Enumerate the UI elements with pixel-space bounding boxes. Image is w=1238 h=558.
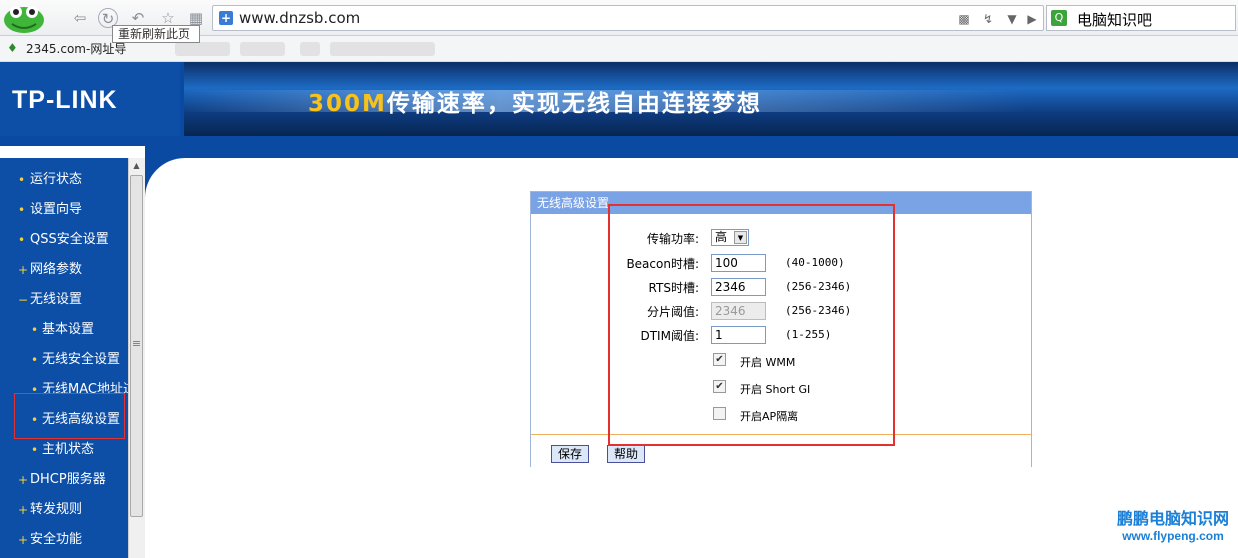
address-text[interactable]: www.dnzsb.com — [239, 9, 360, 27]
selected-menu-highlight — [14, 393, 125, 439]
menu-bullet-icon: • — [31, 443, 39, 457]
browser-logo-icon — [4, 6, 44, 33]
bookmark-icon: ♦ — [7, 41, 18, 55]
banner: 300M传输速率，实现无线自由连接梦想 — [184, 62, 1238, 136]
lightning-icon[interactable]: ↯ — [979, 10, 997, 28]
blurred-bookmark — [240, 42, 285, 56]
menu-bullet-icon: + — [18, 473, 29, 487]
menu-bullet-icon: + — [18, 503, 29, 517]
sidebar-item[interactable]: + 安全功能 — [0, 525, 128, 555]
sidebar-item-label: 无线安全设置 — [42, 352, 121, 367]
sidebar-item[interactable]: + 网络参数 — [0, 255, 128, 285]
address-bar[interactable]: + www.dnzsb.com ▩ ↯ ▼ ▶ — [212, 5, 1044, 31]
logo-panel: TP-LINK — [0, 62, 180, 136]
sidebar-item[interactable]: • 基本设置 — [0, 315, 128, 345]
watermark-url: www.flypeng.com — [1122, 529, 1224, 543]
qr-icon[interactable]: ▩ — [955, 10, 973, 28]
refresh-tooltip: 重新刷新此页 — [112, 25, 200, 43]
sidebar-item-label: QSS安全设置 — [30, 232, 109, 247]
site-icon: + — [219, 11, 233, 25]
banner-slogan: 300M传输速率，实现无线自由连接梦想 — [308, 84, 762, 118]
search-icon[interactable]: Q — [1051, 10, 1067, 26]
menu-bullet-icon: − — [18, 293, 29, 307]
search-text[interactable]: 电脑知识吧 — [1077, 9, 1152, 30]
router-header: TP-LINK 300M传输速率，实现无线自由连接梦想 — [0, 62, 1238, 146]
sidebar-item[interactable]: • 设置向导 — [0, 195, 128, 225]
search-input[interactable]: Q 电脑知识吧 — [1046, 5, 1236, 31]
slogan-speed: 300M — [308, 91, 387, 117]
sidebar-item[interactable]: + 转发规则 — [0, 495, 128, 525]
watermark: 鹏鹏电脑知识网 www.flypeng.com — [1108, 510, 1238, 544]
menu-bullet-icon: + — [18, 533, 29, 547]
sidebar-item[interactable]: • QSS安全设置 — [0, 225, 128, 255]
save-button[interactable]: 保存 — [551, 445, 589, 463]
blurred-bookmark — [175, 42, 230, 56]
sidebar-item[interactable]: • 无线安全设置 — [0, 345, 128, 375]
sidebar-item[interactable]: • 运行状态 — [0, 165, 128, 195]
menu-bullet-icon: • — [18, 233, 26, 247]
help-button[interactable]: 帮助 — [607, 445, 645, 463]
blurred-bookmark — [330, 42, 435, 56]
sidebar-item[interactable]: − 无线设置 — [0, 285, 128, 315]
back-icon[interactable]: ⇦ — [70, 8, 90, 28]
menu-bullet-icon: + — [18, 263, 29, 277]
blurred-bookmark — [300, 42, 320, 56]
annotation-highlight-box — [608, 204, 895, 446]
scroll-up-icon[interactable]: ▲ — [130, 159, 143, 173]
sidebar-item-label: 运行状态 — [30, 172, 83, 187]
menu-bullet-icon: • — [31, 323, 39, 337]
sidebar-item-label: 主机状态 — [42, 442, 95, 457]
menu-bullet-icon: • — [18, 173, 26, 187]
sidebar-item-label: 设置向导 — [30, 202, 83, 217]
sidebar-item-label: DHCP服务器 — [30, 472, 106, 487]
tp-link-logo: TP-LINK — [12, 86, 118, 114]
dropdown-icon[interactable]: ▼ — [1003, 10, 1021, 28]
menu-bullet-icon: • — [31, 353, 39, 367]
scrollbar-grip-icon: ≡ — [131, 337, 142, 350]
sidebar-item-label: 网络参数 — [30, 262, 83, 277]
sidebar-item[interactable]: + DHCP服务器 — [0, 465, 128, 495]
sidebar-item-label: 无线设置 — [30, 292, 83, 307]
play-icon[interactable]: ▶ — [1023, 10, 1041, 28]
menu-bullet-icon: • — [18, 203, 26, 217]
sidebar-item[interactable]: • 主机状态 — [0, 435, 128, 465]
sidebar-item-label: 安全功能 — [30, 532, 83, 547]
sidebar-item-label: 基本设置 — [42, 322, 95, 337]
sidebar-item-label: 转发规则 — [30, 502, 83, 517]
watermark-title: 鹏鹏电脑知识网 — [1116, 509, 1229, 528]
slogan-text: 传输速率，实现无线自由连接梦想 — [386, 91, 762, 117]
